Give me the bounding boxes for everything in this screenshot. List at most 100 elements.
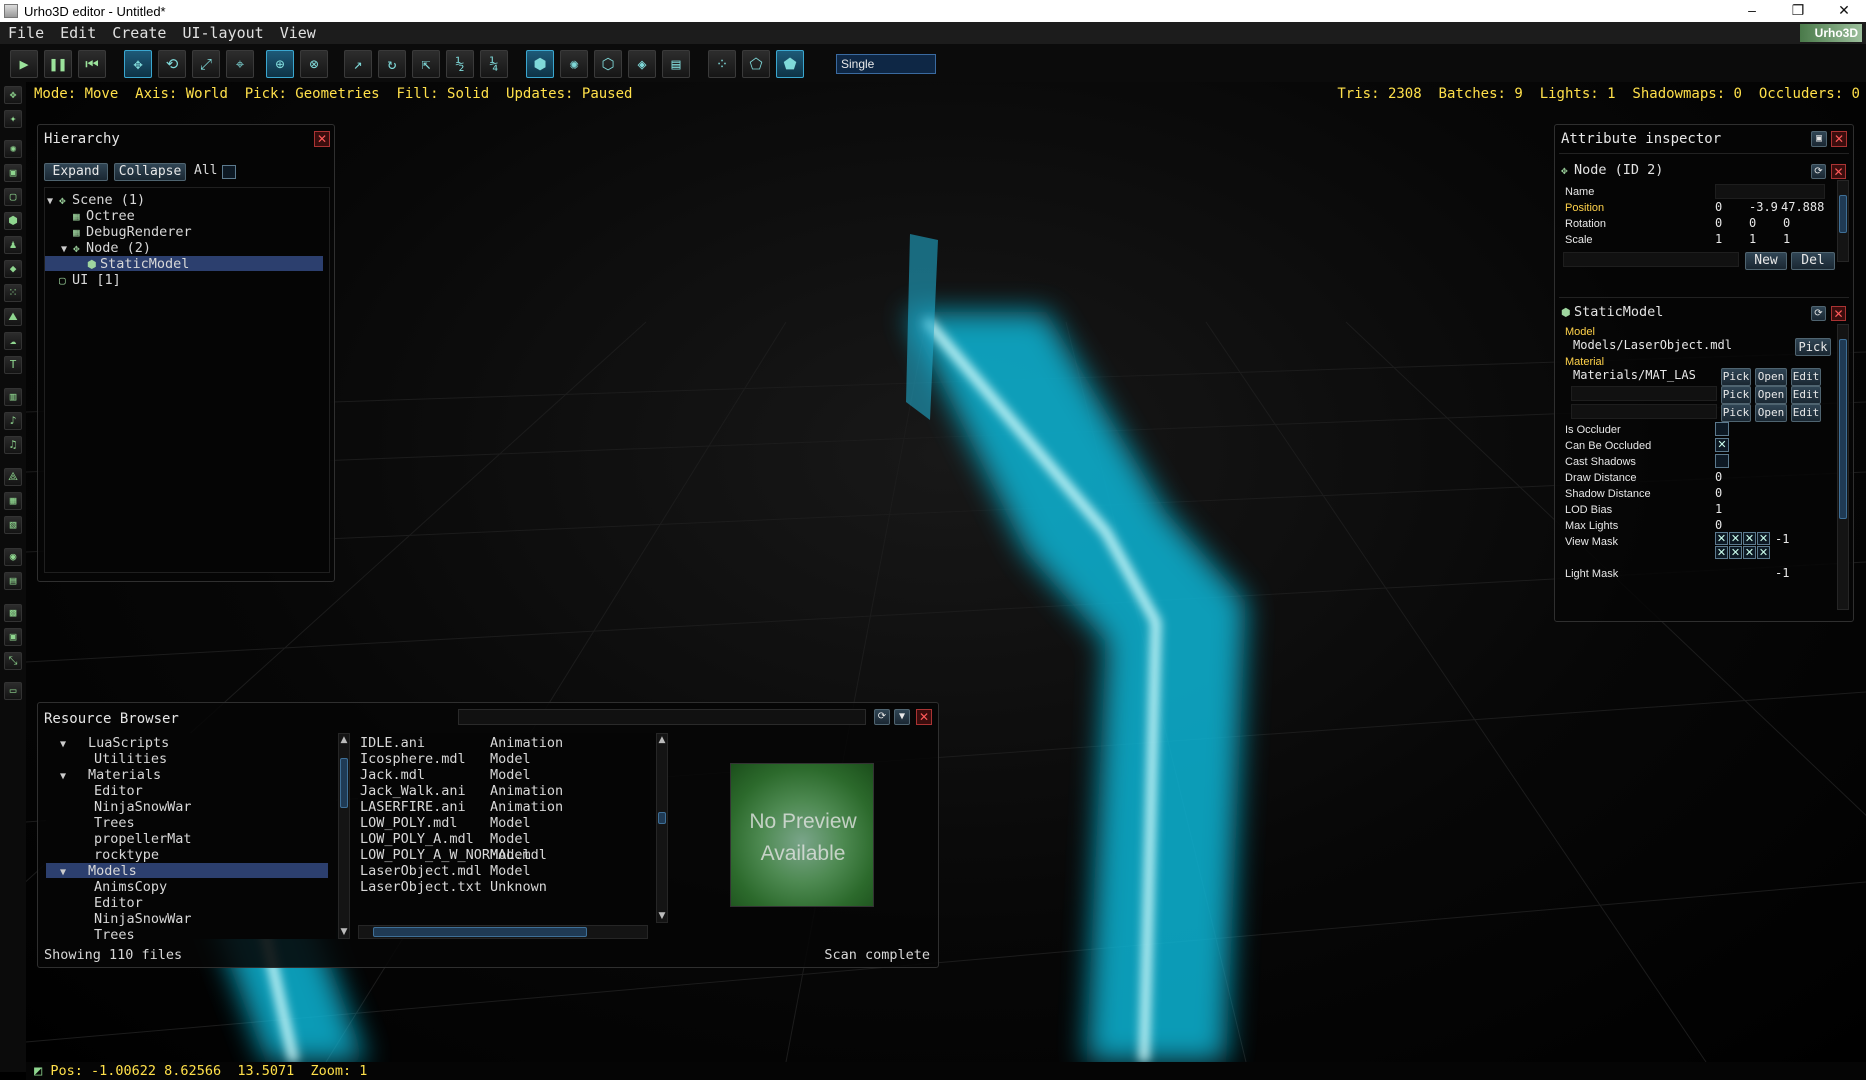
material-slot-2[interactable]: [1571, 386, 1717, 401]
create-ui-element-icon[interactable]: ▩: [4, 604, 22, 622]
hierarchy-item[interactable]: ▢ UI [1]: [45, 272, 323, 288]
fill-point-icon[interactable]: ⁘: [708, 50, 736, 78]
select-tool-icon[interactable]: ⌖: [226, 50, 254, 78]
snap-translate-icon[interactable]: ↗: [344, 50, 372, 78]
create-listener-icon[interactable]: ♫: [4, 436, 22, 454]
material2-open-button[interactable]: Open: [1755, 386, 1787, 404]
refresh-icon[interactable]: ⟳: [874, 709, 890, 725]
resource-directory-tree[interactable]: ▼ LuaScripts Utilities ▼ Materials Editor Ninj…: [46, 733, 336, 939]
create-particle-icon[interactable]: ⁙: [4, 284, 22, 302]
pick-rigidbodies-icon[interactable]: ◈: [628, 50, 656, 78]
maximize-button[interactable]: ❐: [1776, 0, 1820, 22]
snap-half-icon[interactable]: ½: [446, 50, 474, 78]
scroll-up-icon[interactable]: ▲: [656, 734, 668, 746]
scroll-down-icon[interactable]: ▼: [656, 910, 668, 922]
draw-distance-input[interactable]: 0: [1715, 470, 1722, 484]
file-list-scrollbar[interactable]: ▲ ▼: [656, 733, 668, 923]
material-pick-button[interactable]: Pick: [1721, 368, 1751, 386]
pick-geometries-icon[interactable]: ⬢: [526, 50, 554, 78]
directory-item[interactable]: Editor: [46, 895, 143, 911]
material-value[interactable]: Materials/MAT_LAS: [1573, 368, 1696, 382]
rotation-z[interactable]: 0: [1783, 216, 1790, 230]
material-edit-button[interactable]: Edit: [1791, 368, 1821, 386]
file-item[interactable]: LOW_POLY_A.mdl Model: [358, 831, 658, 847]
position-y[interactable]: -3.9: [1749, 200, 1778, 214]
move-tool-icon[interactable]: ✥: [124, 50, 152, 78]
can-be-occluded-checkbox[interactable]: ✕: [1715, 438, 1729, 452]
material-open-button[interactable]: Open: [1755, 368, 1787, 386]
hierarchy-item[interactable]: ▦ DebugRenderer: [45, 224, 323, 240]
close-window-button[interactable]: ✕: [1822, 0, 1866, 22]
scale-z[interactable]: 1: [1783, 232, 1790, 246]
material3-edit-button[interactable]: Edit: [1791, 404, 1821, 422]
directory-item[interactable]: rocktype: [46, 847, 159, 863]
directory-item[interactable]: AnimsCopy: [46, 879, 167, 895]
scroll-down-icon[interactable]: ▼: [338, 926, 350, 938]
file-item[interactable]: LASERFIRE.ani Animation: [358, 799, 658, 815]
lod-bias-input[interactable]: 1: [1715, 502, 1722, 516]
directory-item[interactable]: Trees: [46, 927, 135, 939]
file-item[interactable]: Jack_Walk.ani Animation: [358, 783, 658, 799]
revert-icon[interactable]: ⏮: [78, 50, 106, 78]
del-button[interactable]: Del: [1791, 252, 1835, 270]
reset-icon[interactable]: ⟳: [1811, 164, 1826, 179]
create-animated-model-icon[interactable]: ♟: [4, 236, 22, 254]
directory-item[interactable]: ▼ Models: [46, 863, 328, 879]
create-sound-icon[interactable]: ♪: [4, 412, 22, 430]
node-scrollbar[interactable]: [1837, 180, 1849, 262]
directory-item[interactable]: ▼ LuaScripts: [46, 735, 169, 751]
reset-icon[interactable]: ⟳: [1811, 306, 1826, 321]
scale-tool-icon[interactable]: ⤢: [192, 50, 220, 78]
new-variable-input[interactable]: [1563, 252, 1739, 267]
hierarchy-item[interactable]: ▦ Octree: [45, 208, 323, 224]
fill-wireframe-icon[interactable]: ⬠: [742, 50, 770, 78]
menu-file[interactable]: File: [0, 24, 52, 42]
file-item[interactable]: IDLE.ani Animation: [358, 735, 658, 751]
hierarchy-item[interactable]: ▼ ✥ Node (2): [45, 240, 323, 256]
position-x[interactable]: 0: [1715, 200, 1722, 214]
expand-triangle-icon[interactable]: ▼: [47, 196, 59, 207]
file-item[interactable]: Icosphere.mdl Model: [358, 751, 658, 767]
expand-triangle-icon[interactable]: ▼: [61, 244, 73, 255]
world-axis-icon[interactable]: ⊕: [266, 50, 294, 78]
material3-open-button[interactable]: Open: [1755, 404, 1787, 422]
snap-rotate-icon[interactable]: ↻: [378, 50, 406, 78]
close-icon[interactable]: ✕: [916, 709, 932, 725]
file-item[interactable]: LaserObject.mdl Model: [358, 863, 658, 879]
create-obstacle-icon[interactable]: ▧: [4, 516, 22, 534]
viewport-mode-select[interactable]: Single: [836, 54, 936, 74]
close-icon[interactable]: ✕: [314, 131, 330, 147]
material-slot-3[interactable]: [1571, 404, 1717, 419]
play-icon[interactable]: ▶: [10, 50, 38, 78]
file-item[interactable]: Jack.mdl Model: [358, 767, 658, 783]
rotation-y[interactable]: 0: [1749, 216, 1756, 230]
directory-item[interactable]: Trees: [46, 815, 135, 831]
create-local-node-icon[interactable]: ✦: [4, 110, 22, 128]
scroll-up-icon[interactable]: ▲: [338, 734, 350, 746]
menu-create[interactable]: Create: [104, 24, 174, 42]
create-node-icon[interactable]: ✥: [4, 86, 22, 104]
directory-scrollbar[interactable]: ▲ ▼: [338, 733, 350, 939]
pick-ui-icon[interactable]: ▤: [662, 50, 690, 78]
resource-file-list[interactable]: IDLE.ani Animation Icosphere.mdl Model Jack.…: [358, 733, 660, 939]
rotate-tool-icon[interactable]: ⟲: [158, 50, 186, 78]
pick-lights-icon[interactable]: ✺: [560, 50, 588, 78]
fill-solid-icon[interactable]: ⬟: [776, 50, 804, 78]
directory-item[interactable]: Editor: [46, 783, 143, 799]
pause-icon[interactable]: ❚❚: [44, 50, 72, 78]
menu-edit[interactable]: Edit: [52, 24, 104, 42]
cast-shadows-checkbox[interactable]: [1715, 454, 1729, 468]
create-text3d-icon[interactable]: T: [4, 356, 22, 374]
close-icon[interactable]: ✕: [1831, 306, 1846, 321]
new-button[interactable]: New: [1745, 252, 1787, 270]
scale-x[interactable]: 1: [1715, 232, 1722, 246]
max-lights-input[interactable]: 0: [1715, 518, 1722, 532]
all-checkbox[interactable]: [222, 165, 236, 179]
file-item[interactable]: LOW_POLY.mdl Model: [358, 815, 658, 831]
shadow-distance-input[interactable]: 0: [1715, 486, 1722, 500]
create-terrain-icon[interactable]: ⛰: [4, 308, 22, 326]
menu-view[interactable]: View: [272, 24, 324, 42]
create-light-icon[interactable]: ✺: [4, 140, 22, 158]
expand-triangle-icon[interactable]: ▼: [60, 867, 88, 878]
menu-ui-layout[interactable]: UI-layout: [174, 24, 271, 42]
